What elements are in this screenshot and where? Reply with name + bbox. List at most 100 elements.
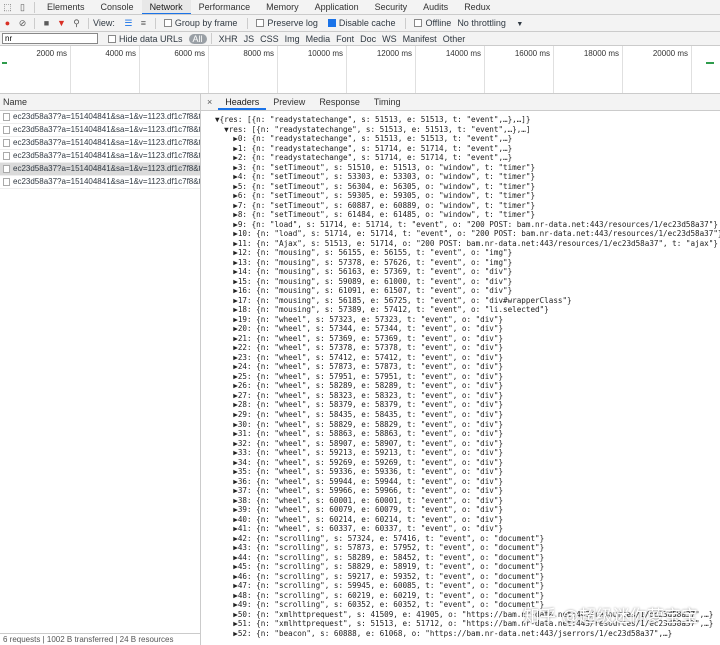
json-line[interactable]: ▶13: {n: "mousing", s: 57378, e: 57626, … [215, 258, 720, 268]
filter-type-other[interactable]: Other [440, 34, 469, 44]
preserve-log-checkbox[interactable] [256, 19, 265, 27]
record-icon[interactable]: ● [2, 18, 13, 29]
tab-console[interactable]: Console [93, 0, 142, 14]
timeline-overview[interactable]: 2000 ms 4000 ms 6000 ms 8000 ms 10000 ms… [0, 46, 720, 94]
request-row[interactable]: ec23d58a37?a=151404841&sa=1&v=1123.df1c7… [0, 176, 200, 189]
filter-type-doc[interactable]: Doc [357, 34, 379, 44]
tab-application[interactable]: Application [307, 0, 367, 14]
tab-memory[interactable]: Memory [258, 0, 307, 14]
json-line[interactable]: ▶29: {n: "wheel", s: 58435, e: 58435, t:… [215, 410, 720, 420]
json-line[interactable]: ▶10: {n: "load", s: 51714, e: 51714, t: … [215, 229, 720, 239]
json-line[interactable]: ▶48: {n: "scrolling", s: 60219, e: 60219… [215, 591, 720, 601]
tab-network[interactable]: Network [141, 0, 191, 14]
filter-icon[interactable]: ▼ [56, 18, 67, 29]
json-line[interactable]: ▶44: {n: "scrolling", s: 58289, e: 58452… [215, 553, 720, 563]
request-row[interactable]: ec23d58a37?a=151404841&sa=1&v=1123.df1c7… [0, 124, 200, 137]
tab-redux[interactable]: Redux [456, 0, 498, 14]
disable-cache-checkbox[interactable] [327, 19, 336, 27]
json-line[interactable]: ▶7: {n: "setTimeout", s: 60887, e: 60889… [215, 201, 720, 211]
json-line[interactable]: ▶37: {n: "wheel", s: 59966, e: 59966, t:… [215, 486, 720, 496]
json-line[interactable]: ▶30: {n: "wheel", s: 58829, e: 58829, t:… [215, 420, 720, 430]
filter-type-img[interactable]: Img [282, 34, 303, 44]
filter-type-js[interactable]: JS [241, 34, 258, 44]
json-line[interactable]: ▶12: {n: "mousing", s: 56155, e: 56155, … [215, 248, 720, 258]
json-line[interactable]: ▼res: [{n: "readystatechange", s: 51513,… [215, 125, 720, 135]
filter-type-all[interactable]: All [188, 33, 207, 44]
json-line[interactable]: ▶43: {n: "scrolling", s: 57873, e: 57952… [215, 543, 720, 553]
request-row[interactable]: ec23d58a37?a=151404841&sa=1&v=1123.df1c7… [0, 111, 200, 124]
close-icon[interactable]: × [201, 94, 218, 110]
json-line[interactable]: ▶46: {n: "scrolling", s: 59217, e: 59352… [215, 572, 720, 582]
json-line[interactable]: ▶27: {n: "wheel", s: 58323, e: 58323, t:… [215, 391, 720, 401]
device-toolbar-icon[interactable]: ▯ [17, 2, 28, 13]
json-line[interactable]: ▶32: {n: "wheel", s: 58907, e: 58907, t:… [215, 439, 720, 449]
json-line[interactable]: ▶28: {n: "wheel", s: 58379, e: 58379, t:… [215, 400, 720, 410]
json-line[interactable]: ▶42: {n: "scrolling", s: 57324, e: 57416… [215, 534, 720, 544]
inspect-element-icon[interactable]: ⬚ [2, 2, 13, 13]
json-line[interactable]: ▶41: {n: "wheel", s: 60337, e: 60337, t:… [215, 524, 720, 534]
json-line[interactable]: ▶45: {n: "scrolling", s: 58829, e: 58919… [215, 562, 720, 572]
clear-icon[interactable]: ⊘ [17, 18, 28, 29]
json-line[interactable]: ▶23: {n: "wheel", s: 57412, e: 57412, t:… [215, 353, 720, 363]
tab-preview[interactable]: Preview [266, 94, 312, 110]
json-line[interactable]: ▶11: {n: "Ajax", s: 51513, e: 51714, o: … [215, 239, 720, 249]
json-line[interactable]: ▶31: {n: "wheel", s: 58863, e: 58863, t:… [215, 429, 720, 439]
filter-input[interactable] [2, 33, 98, 44]
search-icon[interactable]: ⚲ [71, 18, 82, 29]
json-line[interactable]: ▶9: {n: "load", s: 51714, e: 51714, t: "… [215, 220, 720, 230]
filter-type-xhr[interactable]: XHR [216, 34, 241, 44]
tab-response[interactable]: Response [312, 94, 367, 110]
json-line[interactable]: ▶6: {n: "setTimeout", s: 59305, e: 59305… [215, 191, 720, 201]
json-line[interactable]: ▶33: {n: "wheel", s: 59213, e: 59213, t:… [215, 448, 720, 458]
json-line[interactable]: ▶16: {n: "mousing", s: 61091, e: 61507, … [215, 286, 720, 296]
json-line[interactable]: ▶39: {n: "wheel", s: 60079, e: 60079, t:… [215, 505, 720, 515]
json-line[interactable]: ▶38: {n: "wheel", s: 60001, e: 60001, t:… [215, 496, 720, 506]
json-line[interactable]: ▶25: {n: "wheel", s: 57951, e: 57951, t:… [215, 372, 720, 382]
json-line[interactable]: ▶47: {n: "scrolling", s: 59945, e: 60085… [215, 581, 720, 591]
json-line[interactable]: ▶36: {n: "wheel", s: 59944, e: 59944, t:… [215, 477, 720, 487]
json-line[interactable]: ▶4: {n: "setTimeout", s: 53303, e: 53303… [215, 172, 720, 182]
filter-type-manifest[interactable]: Manifest [400, 34, 440, 44]
json-line[interactable]: ▶5: {n: "setTimeout", s: 56304, e: 56305… [215, 182, 720, 192]
group-by-frame-checkbox[interactable] [163, 19, 172, 27]
json-line[interactable]: ▶0: {n: "readystatechange", s: 51513, e:… [215, 134, 720, 144]
json-line[interactable]: ▶20: {n: "wheel", s: 57344, e: 57344, t:… [215, 324, 720, 334]
json-line[interactable]: ▶18: {n: "mousing", s: 57389, e: 57412, … [215, 305, 720, 315]
request-row[interactable]: ec23d58a37?a=151404841&sa=1&v=1123.df1c7… [0, 150, 200, 163]
throttling-select[interactable]: No throttling ▼ [457, 18, 523, 28]
json-line[interactable]: ▶8: {n: "setTimeout", s: 61484, e: 61485… [215, 210, 720, 220]
offline-checkbox[interactable] [414, 19, 423, 27]
filter-type-css[interactable]: CSS [257, 34, 282, 44]
json-line[interactable]: ▶3: {n: "setTimeout", s: 51510, e: 51513… [215, 163, 720, 173]
json-root-line[interactable]: ▼{res: [{n: "readystatechange", s: 51513… [215, 115, 720, 125]
json-line[interactable]: ▶17: {n: "mousing", s: 56185, e: 56725, … [215, 296, 720, 306]
large-rows-icon[interactable]: ☰ [123, 18, 134, 29]
request-row[interactable]: ec23d58a37?a=151404841&sa=1&v=1123.df1c7… [0, 137, 200, 150]
json-line[interactable]: ▶21: {n: "wheel", s: 57369, e: 57369, t:… [215, 334, 720, 344]
tab-performance[interactable]: Performance [191, 0, 259, 14]
json-line[interactable]: ▶26: {n: "wheel", s: 58289, e: 58289, t:… [215, 381, 720, 391]
tab-elements[interactable]: Elements [39, 0, 93, 14]
name-column-header[interactable]: Name [0, 94, 200, 111]
json-line[interactable]: ▶19: {n: "wheel", s: 57323, e: 57323, t:… [215, 315, 720, 325]
tab-headers[interactable]: Headers [218, 94, 267, 110]
tab-security[interactable]: Security [367, 0, 416, 14]
hide-data-urls-checkbox[interactable] [108, 34, 116, 43]
json-line[interactable]: ▶14: {n: "mousing", s: 56163, e: 57369, … [215, 267, 720, 277]
json-line[interactable]: ▶2: {n: "readystatechange", s: 51714, e:… [215, 153, 720, 163]
json-line[interactable]: ▶1: {n: "readystatechange", s: 51714, e:… [215, 144, 720, 154]
tab-audits[interactable]: Audits [415, 0, 456, 14]
filter-type-ws[interactable]: WS [379, 34, 400, 44]
json-line[interactable]: ▶15: {n: "mousing", s: 59089, e: 61000, … [215, 277, 720, 287]
filter-type-media[interactable]: Media [303, 34, 334, 44]
json-line[interactable]: ▶52: {n: "beacon", s: 60888, e: 61068, o… [215, 629, 720, 639]
json-line[interactable]: ▶34: {n: "wheel", s: 59269, e: 59269, t:… [215, 458, 720, 468]
json-line[interactable]: ▶40: {n: "wheel", s: 60214, e: 60214, t:… [215, 515, 720, 525]
json-line[interactable]: ▶35: {n: "wheel", s: 59336, e: 59336, t:… [215, 467, 720, 477]
filter-type-font[interactable]: Font [333, 34, 357, 44]
json-line[interactable]: ▶22: {n: "wheel", s: 57378, e: 57378, t:… [215, 343, 720, 353]
tab-timing[interactable]: Timing [367, 94, 408, 110]
waterfall-icon[interactable]: ≡ [138, 18, 149, 29]
request-row-selected[interactable]: ec23d58a37?a=151404841&sa=1&v=1123.df1c7… [0, 163, 200, 176]
capture-screenshots-icon[interactable]: ■ [41, 18, 52, 29]
